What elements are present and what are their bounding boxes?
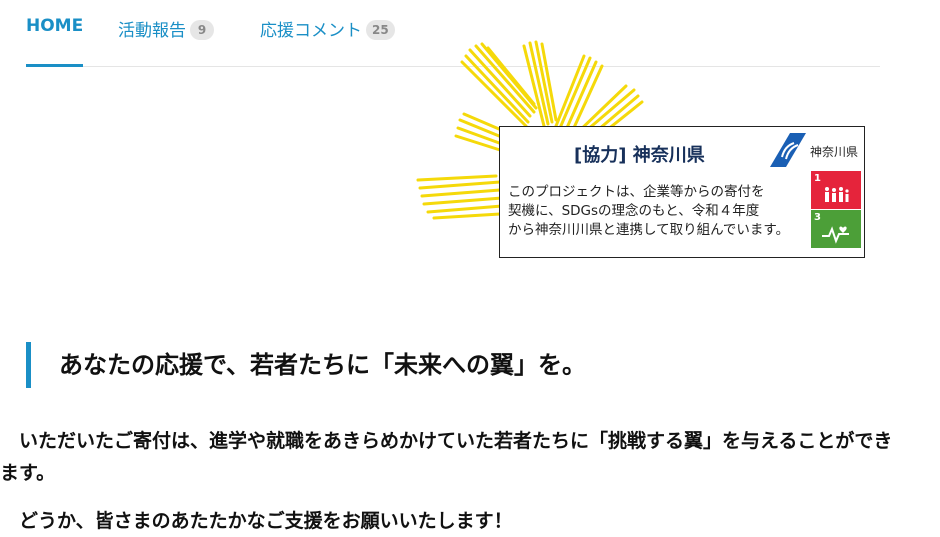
tab-support-comments-label: 応援コメント	[260, 21, 362, 41]
banner-text-line: このプロジェクトは、企業等からの寄付を	[508, 184, 765, 200]
count-badge: 9	[190, 20, 214, 40]
banner-text-line: 契機に、SDGsの理念のもと、令和４年度	[508, 203, 760, 219]
kanagawa-prefecture-logo-icon	[770, 133, 806, 167]
tab-activity-reports-label: 活動報告	[118, 21, 186, 41]
prefecture-name: 神奈川県	[810, 145, 859, 159]
tab-support-comments[interactable]: 応援コメント 25	[260, 16, 395, 66]
section-heading: あなたの応援で、若者たちに「未来への翼」を。	[26, 342, 586, 388]
partnership-banner: [協力] 神奈川県 神奈川県 このプロジェクトは、企業等からの寄付を 契機に、S…	[499, 126, 865, 258]
tab-activity-reports[interactable]: 活動報告 9	[118, 16, 214, 66]
count-badge: 25	[366, 20, 395, 40]
tab-home-label: HOME	[26, 16, 84, 36]
sdg-goal-1-icon: 1	[811, 171, 861, 209]
sdg-goal-3-icon: 3	[811, 210, 861, 248]
body-paragraph: いただいたご寄付は、進学や就職をあきらめかけていた若者たちに「挑戦する翼」を与え…	[0, 430, 893, 484]
banner-description: このプロジェクトは、企業等からの寄付を 契機に、SDGsの理念のもと、令和４年度…	[508, 183, 808, 240]
body-paragraph: どうか、皆さまのあたたかなご支援をお願いいたします！	[0, 510, 513, 532]
banner-title: [協力] 神奈川県	[574, 145, 705, 166]
active-tab-indicator	[26, 64, 84, 67]
tab-home[interactable]: HOME	[26, 16, 84, 67]
banner-text-line: から神奈川川県と連携して取り組んでいます。	[508, 222, 790, 238]
